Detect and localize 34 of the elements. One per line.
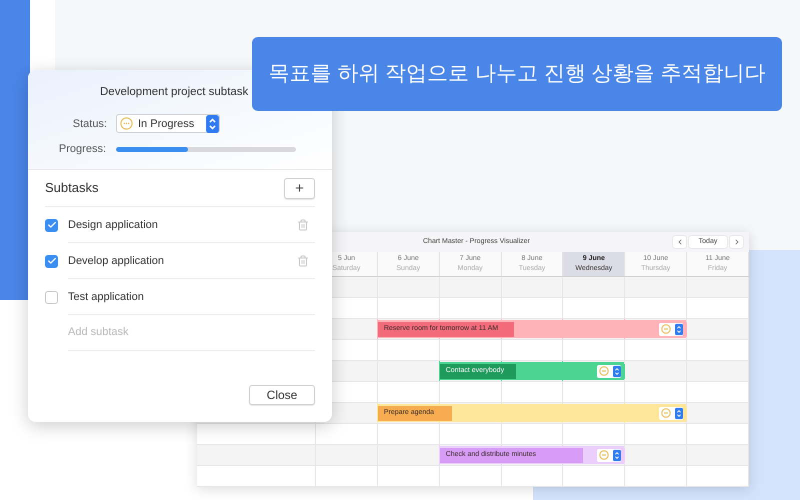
subtask-label: Design application <box>68 218 158 233</box>
status-icon <box>120 117 133 130</box>
stepper-icon <box>613 448 622 462</box>
status-selector[interactable] <box>597 364 622 378</box>
status-icon <box>661 324 672 334</box>
close-button[interactable]: Close <box>249 385 315 405</box>
next-button[interactable] <box>730 236 743 248</box>
dialog-title: Development project subtask <box>100 85 250 100</box>
banner-text: 목표를 하위 작업으로 나누고 진행 상황을 추적합니다 <box>268 61 766 88</box>
subtasks-heading: Subtasks <box>45 179 98 198</box>
status-selector[interactable] <box>659 406 684 420</box>
previous-button[interactable] <box>673 236 686 248</box>
status-label: Status: <box>72 116 107 132</box>
check-icon <box>46 256 56 266</box>
subtask-label: Test application <box>68 290 144 305</box>
stepper-icon <box>613 364 622 378</box>
status-icon <box>599 366 610 376</box>
status-selector[interactable] <box>659 322 684 336</box>
checkbox[interactable] <box>45 218 58 232</box>
status-icon <box>661 408 672 418</box>
add-button[interactable]: + <box>284 178 315 198</box>
status-selector[interactable] <box>597 448 622 462</box>
status-value: In Progress <box>138 116 194 132</box>
stepper-icon <box>675 406 684 420</box>
checkbox[interactable] <box>45 254 58 268</box>
progress-label: Progress: <box>58 142 106 158</box>
status-icon <box>599 450 610 460</box>
status-dropdown[interactable]: In Progress <box>116 114 220 134</box>
add-subtask-field[interactable]: Add subtask <box>68 324 315 341</box>
check-icon <box>46 220 56 230</box>
subtask-label: Develop application <box>68 254 164 269</box>
stepper-icon <box>675 322 684 336</box>
checkbox[interactable] <box>45 290 58 304</box>
stepper-icon <box>206 114 219 133</box>
